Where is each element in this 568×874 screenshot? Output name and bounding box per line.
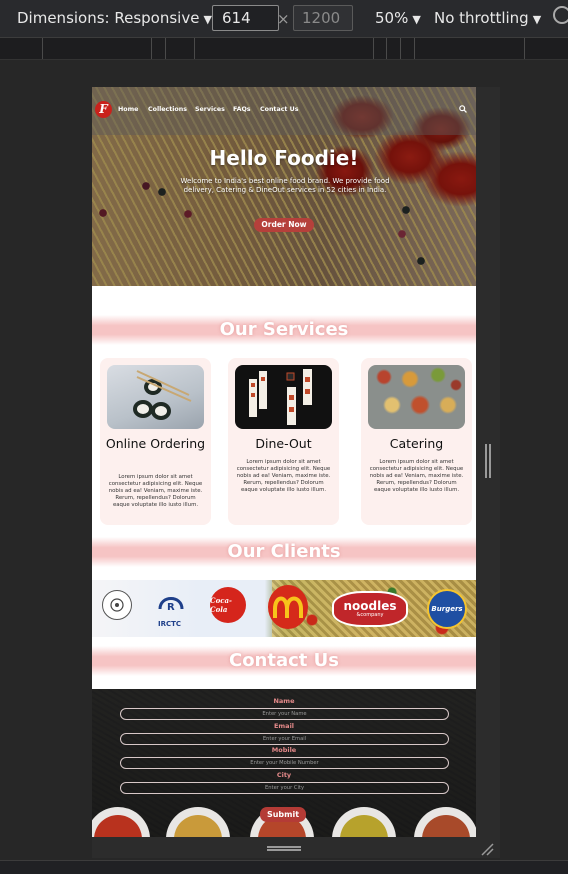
mobile-input[interactable]: Enter your Mobile Number bbox=[120, 757, 449, 769]
coca-cola-logo: Coca-Cola bbox=[210, 587, 246, 623]
contact-title: Contact Us bbox=[228, 650, 339, 671]
nav-home[interactable]: Home bbox=[118, 106, 138, 113]
dine-out-image bbox=[235, 365, 332, 429]
card-title: Catering bbox=[389, 436, 444, 451]
irctc-logo: R bbox=[154, 586, 188, 620]
mobile-label: Mobile bbox=[271, 746, 297, 754]
card-title: Online Ordering bbox=[105, 436, 206, 451]
name-label: Name bbox=[273, 697, 295, 705]
ruler-segment[interactable] bbox=[414, 38, 415, 59]
service-card-catering[interactable]: Catering Lorem ipsum dolor sit amet cons… bbox=[361, 358, 472, 525]
card-text: Lorem ipsum dolor sit amet consectetur a… bbox=[108, 474, 203, 508]
width-input[interactable]: 614 bbox=[212, 5, 279, 31]
ruler-segment[interactable] bbox=[42, 38, 43, 59]
ruler-segment[interactable] bbox=[524, 38, 525, 59]
irctc-label: IRCTC bbox=[158, 620, 182, 628]
dimensions-dropdown[interactable]: Dimensions: Responsive ▼ bbox=[17, 9, 212, 27]
devtools-toolbar: Dimensions: Responsive ▼ 614 × 1200 50% ▼ … bbox=[0, 0, 568, 38]
ruler-segment[interactable] bbox=[151, 38, 152, 59]
service-card-dine-out[interactable]: Dine-Out Lorem ipsum dolor sit amet cons… bbox=[228, 358, 339, 525]
emblem-logo bbox=[102, 590, 132, 620]
noodles-sublabel: &company bbox=[356, 612, 384, 618]
bottom-resize-bar[interactable] bbox=[92, 837, 476, 858]
contact-heading-band: Contact Us bbox=[92, 646, 476, 676]
ruler-segment[interactable] bbox=[386, 38, 387, 59]
chevron-down-icon: ▼ bbox=[412, 13, 421, 26]
chevron-down-icon: ▼ bbox=[203, 13, 212, 26]
mcdonalds-logo bbox=[268, 585, 308, 629]
catering-image bbox=[368, 365, 465, 429]
media-query-ruler[interactable] bbox=[0, 38, 568, 60]
burgers-logo: Burgers bbox=[427, 589, 467, 629]
nav-services[interactable]: Services bbox=[195, 106, 225, 113]
name-input[interactable]: Enter your Name bbox=[120, 708, 449, 720]
resize-handle-icon[interactable] bbox=[485, 444, 491, 478]
navbar: F Home Collections Services FAQs Contact… bbox=[92, 87, 476, 135]
email-label: Email bbox=[273, 722, 295, 730]
devtools-bottom-edge bbox=[0, 860, 568, 874]
nav-faqs[interactable]: FAQs bbox=[233, 106, 251, 113]
search-icon[interactable] bbox=[459, 105, 467, 113]
zoom-dropdown[interactable]: 50% ▼ bbox=[375, 9, 421, 27]
service-card-online-ordering[interactable]: Online Ordering Lorem ipsum dolor sit am… bbox=[100, 358, 211, 525]
ruler-segment[interactable] bbox=[373, 38, 374, 59]
city-label: City bbox=[276, 771, 292, 779]
ruler-segment[interactable] bbox=[194, 38, 195, 59]
dimensions-label: Dimensions: Responsive bbox=[17, 9, 200, 27]
card-title: Dine-Out bbox=[255, 436, 312, 451]
zoom-label: 50% bbox=[375, 9, 409, 27]
sushi-image bbox=[107, 365, 204, 429]
card-text: Lorem ipsum dolor sit amet consectetur a… bbox=[236, 459, 331, 493]
ruler-segment[interactable] bbox=[400, 38, 401, 59]
city-input[interactable]: Enter your City bbox=[120, 782, 449, 794]
submit-button[interactable]: Submit bbox=[260, 807, 306, 822]
noodles-logo: noodles &company bbox=[332, 591, 408, 627]
order-now-button[interactable]: Order Now bbox=[254, 218, 314, 232]
card-text: Lorem ipsum dolor sit amet consectetur a… bbox=[369, 459, 464, 493]
times-icon: × bbox=[277, 10, 290, 28]
nav-contact-us[interactable]: Contact Us bbox=[260, 106, 299, 113]
height-input[interactable]: 1200 bbox=[293, 5, 353, 31]
clients-title: Our Clients bbox=[227, 541, 341, 562]
rotate-icon[interactable] bbox=[553, 6, 568, 24]
device-viewport: F Home Collections Services FAQs Contact… bbox=[92, 87, 476, 837]
right-resize-bar[interactable] bbox=[476, 87, 500, 858]
resize-handle-icon[interactable] bbox=[267, 846, 301, 851]
clients-heading-band: Our Clients bbox=[92, 537, 476, 567]
throttling-dropdown[interactable]: No throttling ▼ bbox=[434, 9, 541, 27]
chevron-down-icon: ▼ bbox=[532, 13, 542, 26]
email-input[interactable]: Enter your Email bbox=[120, 733, 449, 745]
svg-text:R: R bbox=[167, 602, 175, 613]
noodles-label: noodles bbox=[343, 599, 397, 613]
services-title: Our Services bbox=[219, 319, 349, 340]
throttling-label: No throttling bbox=[434, 9, 529, 27]
nav-collections[interactable]: Collections bbox=[148, 106, 187, 113]
ruler-segment[interactable] bbox=[165, 38, 166, 59]
corner-resize-icon[interactable] bbox=[480, 842, 494, 856]
hero-text: Welcome to India's best online food bran… bbox=[180, 177, 390, 194]
clients-banner: R IRCTC Coca-Cola noodles &company Burge… bbox=[92, 580, 476, 637]
hero-title: Hello Foodie! bbox=[209, 146, 359, 170]
services-heading-band: Our Services bbox=[92, 315, 476, 345]
brand-logo[interactable]: F bbox=[95, 101, 112, 118]
